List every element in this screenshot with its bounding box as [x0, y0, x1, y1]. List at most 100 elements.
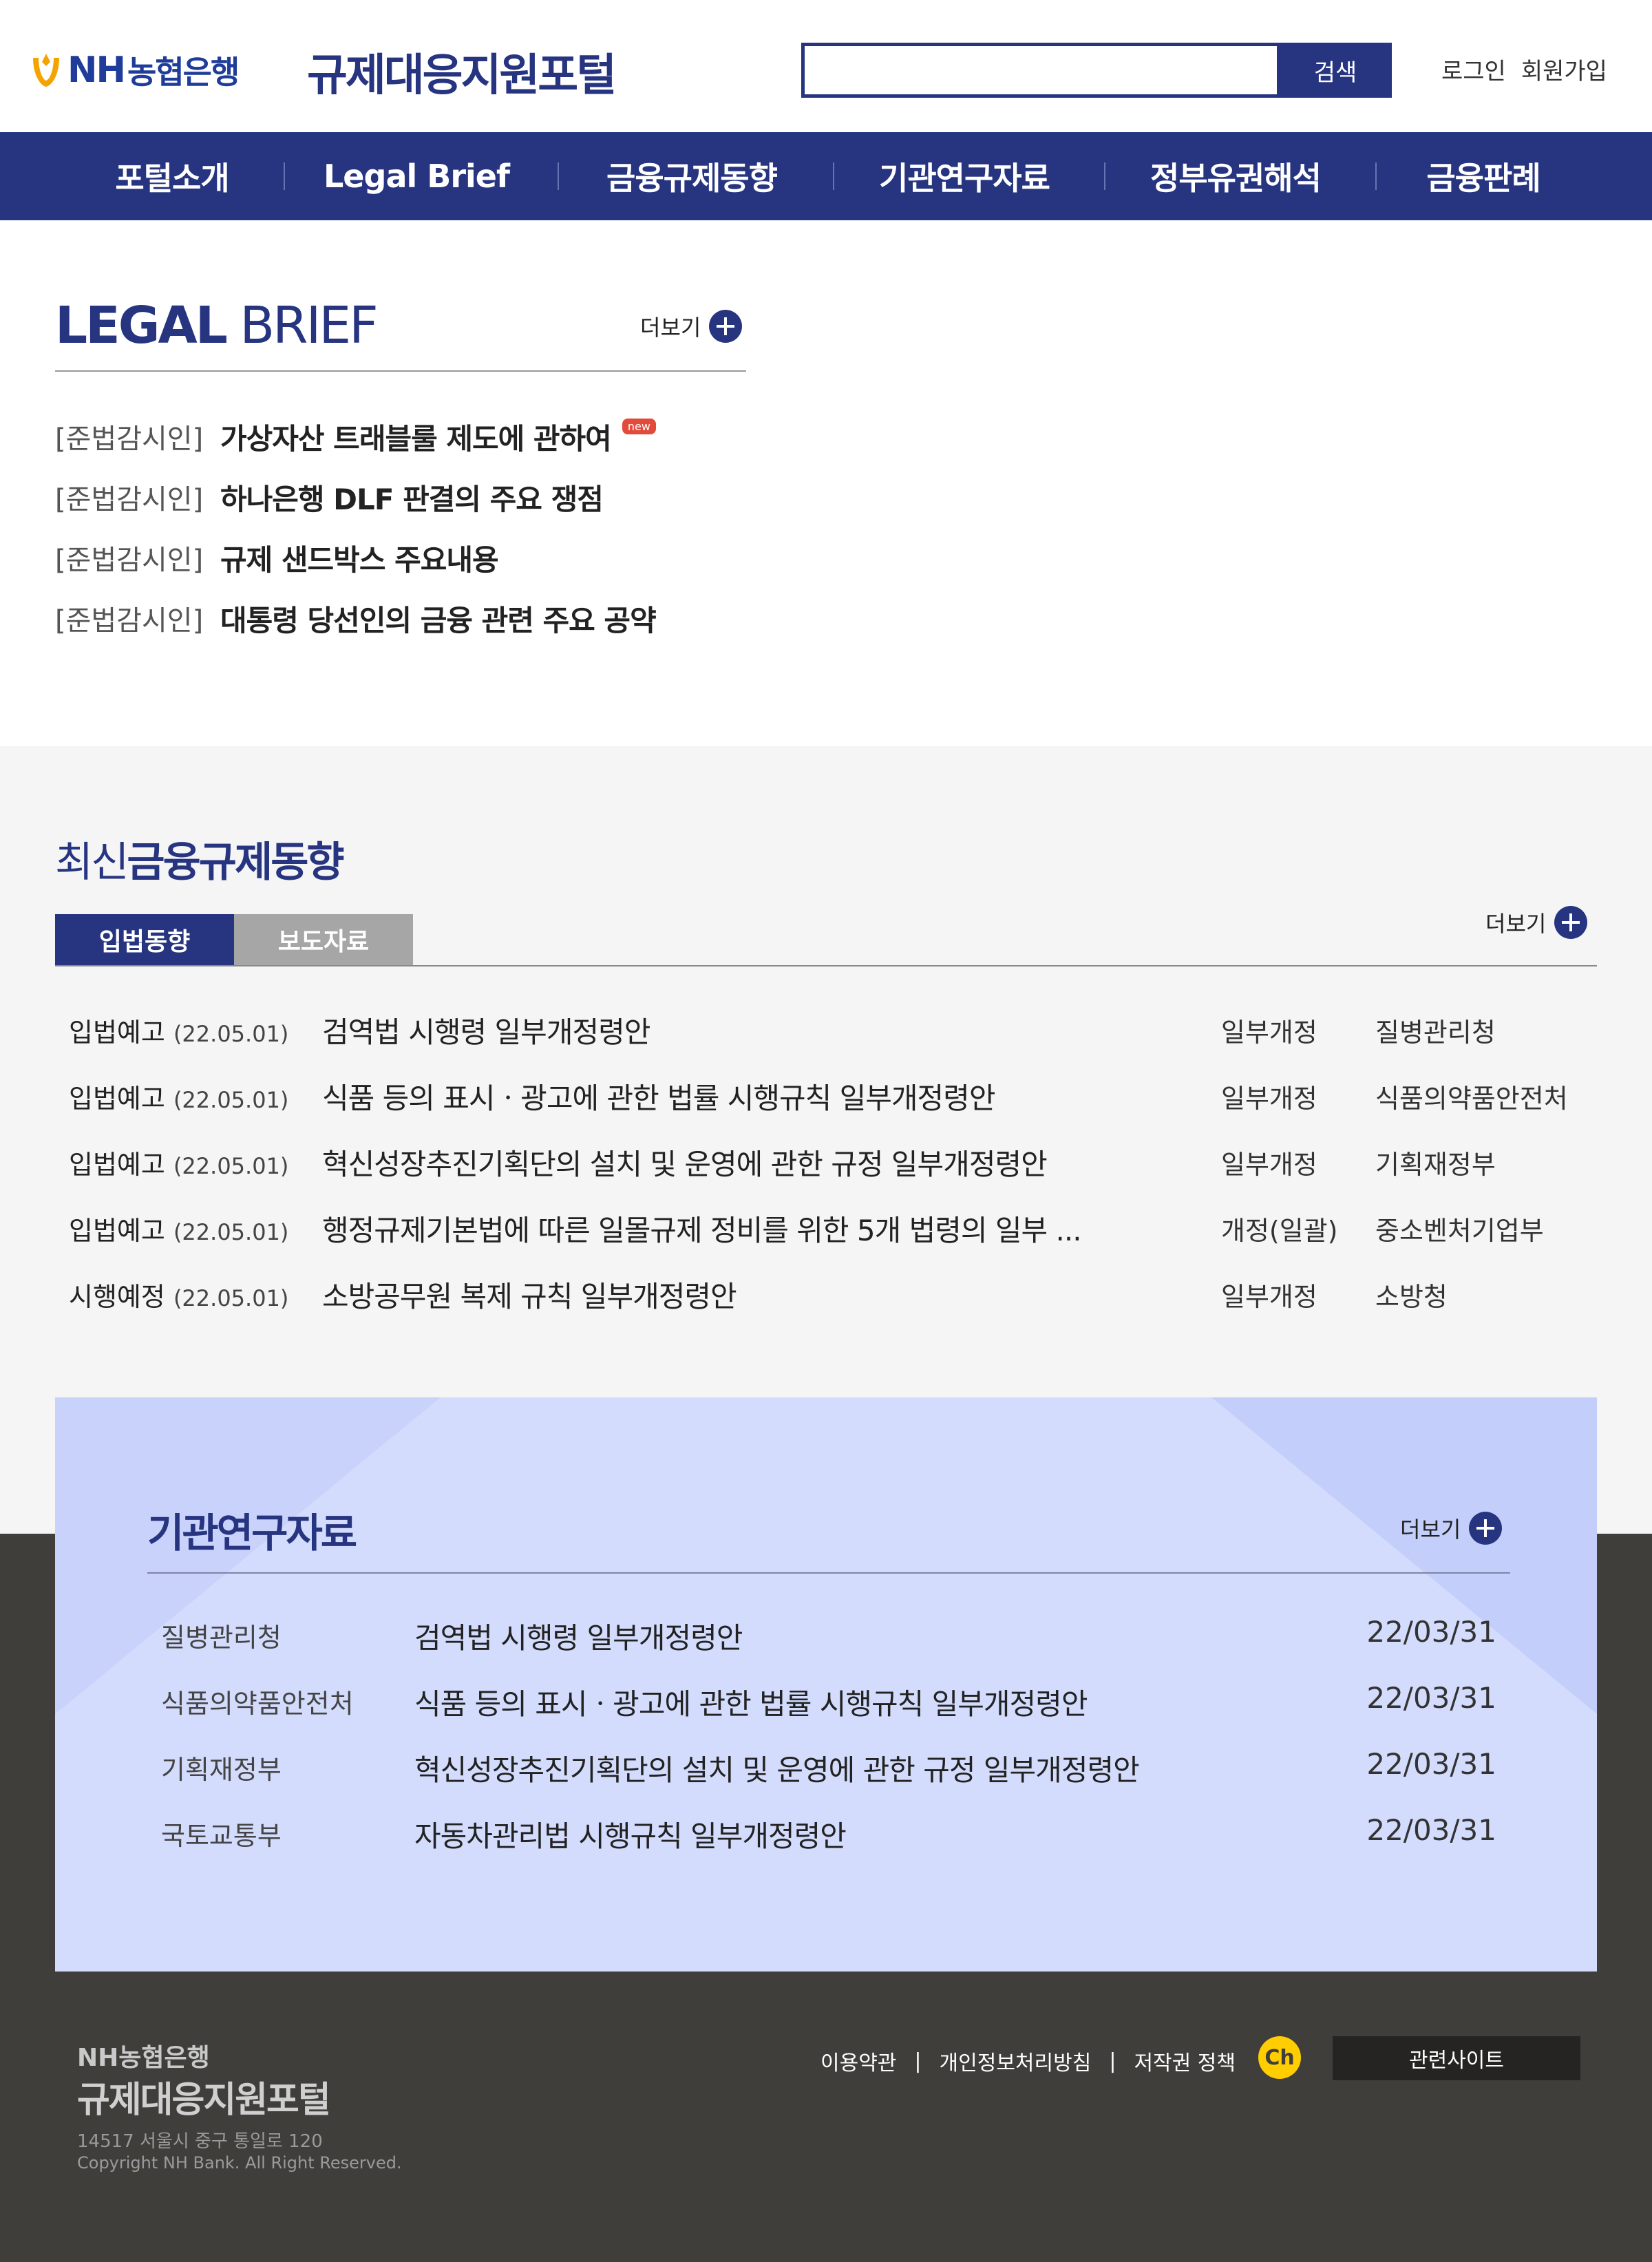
footer-address: 14517 서울시 중구 통일로 120	[77, 2131, 323, 2152]
regulation-more-button[interactable]: 더보기	[1485, 906, 1588, 939]
nav-item-precedents[interactable]: 금융판례	[1404, 132, 1563, 220]
login-link[interactable]: 로그인	[1441, 52, 1506, 86]
item-org: 기획재정부	[161, 1755, 282, 1785]
row-kind: 일부개정	[1221, 1281, 1317, 1312]
row-title[interactable]: 검역법 시행령 일부개정령안	[322, 1009, 650, 1051]
list-item-title[interactable]: 하나은행 DLF 판결의 주요 쟁점	[220, 476, 604, 518]
item-title[interactable]: 식품 등의 표시ㆍ광고에 관한 법률 시행규칙 일부개정령안	[414, 1681, 1088, 1723]
related-sites-select[interactable]: 관련사이트	[1333, 2036, 1580, 2080]
kakao-channel-icon[interactable]: Ch	[1258, 2036, 1301, 2079]
list-item[interactable]: 식품의약품안전처 식품 등의 표시ㆍ광고에 관한 법률 시행규칙 일부개정령안 …	[147, 1666, 1510, 1732]
row-type-label: 입법예고	[69, 1215, 165, 1246]
table-row[interactable]: 입법예고 (22.05.01) 검역법 시행령 일부개정령안 일부개정 질병관리…	[55, 997, 1597, 1063]
research-list: 질병관리청 검역법 시행령 일부개정령안 22/03/31 식품의약품안전처 식…	[147, 1600, 1510, 1864]
nh-bank-logo[interactable]: NH 농협은행	[30, 43, 240, 98]
list-item-title[interactable]: 규제 샌드박스 주요내용	[220, 537, 499, 579]
item-date: 22/03/31	[1366, 1615, 1496, 1649]
divider	[147, 1572, 1510, 1574]
row-date: (22.05.01)	[173, 1086, 289, 1113]
logo-nh-text: NH	[67, 50, 126, 91]
row-title[interactable]: 소방공무원 복제 규칙 일부개정령안	[322, 1273, 737, 1315]
nav-separator	[1375, 162, 1377, 190]
nav-item-legal-brief[interactable]: Legal Brief	[317, 132, 516, 220]
list-item-category: [준법감시인]	[55, 423, 204, 455]
row-org: 질병관리청	[1375, 1017, 1496, 1048]
list-item[interactable]: [준법감시인] 가상자산 트래블룰 제도에 관하여 new	[55, 406, 656, 467]
row-type: 입법예고 (22.05.01)	[69, 1077, 288, 1115]
list-item-category: [준법감시인]	[55, 484, 204, 516]
list-item[interactable]: 기획재정부 혁신성장추진기획단의 설치 및 운영에 관한 규정 일부개정령안 2…	[147, 1732, 1510, 1798]
footer-logo: NH농협은행	[77, 2044, 210, 2072]
top-links: 로그인 회원가입	[1441, 52, 1607, 86]
nh-logo-icon	[33, 54, 59, 87]
regulation-title-light: 최신	[55, 838, 129, 887]
row-title[interactable]: 혁신성장추진기획단의 설치 및 운영에 관한 규정 일부개정령안	[322, 1141, 1048, 1183]
new-badge: new	[622, 418, 656, 434]
table-row[interactable]: 입법예고 (22.05.01) 식품 등의 표시ㆍ광고에 관한 법률 시행규칙 …	[55, 1063, 1597, 1129]
nav-separator	[558, 162, 559, 190]
item-org: 식품의약품안전처	[161, 1689, 354, 1719]
nav-separator	[833, 162, 834, 190]
copyright-policy-link[interactable]: 저작권 정책	[1134, 2046, 1236, 2076]
row-kind: 개정(일괄)	[1221, 1215, 1338, 1246]
list-item[interactable]: 질병관리청 검역법 시행령 일부개정령안 22/03/31	[147, 1600, 1510, 1666]
nav-item-regulation-trends[interactable]: 금융규제동향	[592, 132, 792, 220]
more-label: 더보기	[640, 315, 701, 341]
legal-brief-more-button[interactable]: 더보기	[640, 310, 743, 343]
site-title[interactable]: 규제대응지원포털	[307, 40, 617, 103]
item-title[interactable]: 혁신성장추진기획단의 설치 및 운영에 관한 규정 일부개정령안	[414, 1747, 1140, 1789]
list-item[interactable]: [준법감시인] 규제 샌드박스 주요내용	[55, 527, 656, 588]
list-item-category: [준법감시인]	[55, 605, 204, 637]
row-date: (22.05.01)	[173, 1218, 289, 1245]
table-row[interactable]: 시행예정 (22.05.01) 소방공무원 복제 규칙 일부개정령안 일부개정 …	[55, 1261, 1597, 1327]
divider	[55, 370, 746, 372]
terms-link[interactable]: 이용약관	[820, 2046, 896, 2076]
row-org: 기획재정부	[1375, 1149, 1496, 1180]
list-item[interactable]: [준법감시인] 대통령 당선인의 금융 관련 주요 공약	[55, 588, 657, 648]
list-item[interactable]: 국토교통부 자동차관리법 시행규칙 일부개정령안 22/03/31	[147, 1798, 1510, 1864]
row-type-label: 시행예정	[69, 1281, 165, 1312]
row-type-label: 입법예고	[69, 1083, 165, 1114]
row-org: 식품의약품안전처	[1375, 1083, 1568, 1114]
search-input[interactable]	[801, 43, 1280, 98]
footer-link-separator: |	[1109, 2049, 1116, 2073]
row-org: 중소벤처기업부	[1375, 1215, 1544, 1246]
row-date: (22.05.01)	[173, 1152, 289, 1179]
tab-press-release[interactable]: 보도자료	[234, 914, 413, 965]
footer-links: 이용약관 | 개인정보처리방침 | 저작권 정책	[820, 2046, 1236, 2076]
privacy-policy-link[interactable]: 개인정보처리방침	[940, 2046, 1092, 2076]
nav-item-portal-intro[interactable]: 포털소개	[96, 132, 248, 220]
legal-brief-title-light: BRIEF	[240, 296, 378, 355]
legal-brief-title-bold: LEGAL	[55, 296, 228, 355]
plus-icon	[709, 310, 743, 343]
list-item-title[interactable]: 대통령 당선인의 금융 관련 주요 공약	[220, 598, 657, 640]
nav-separator	[1104, 162, 1105, 190]
row-type-label: 입법예고	[69, 1017, 165, 1048]
row-kind: 일부개정	[1221, 1017, 1317, 1048]
regulation-title: 최신금융규제동향	[55, 829, 345, 889]
item-date: 22/03/31	[1366, 1681, 1496, 1715]
research-title: 기관연구자료	[147, 1510, 357, 1556]
tab-legislation[interactable]: 입법동향	[55, 914, 234, 965]
list-item[interactable]: [준법감시인] 하나은행 DLF 판결의 주요 쟁점	[55, 467, 656, 527]
row-date: (22.05.01)	[173, 1020, 289, 1047]
legal-brief-title: LEGAL BRIEF	[55, 296, 379, 355]
list-item-category: [준법감시인]	[55, 545, 204, 576]
item-title[interactable]: 검역법 시행령 일부개정령안	[414, 1615, 743, 1657]
footer-copyright: Copyright NH Bank. All Right Reserved.	[77, 2153, 402, 2173]
table-row[interactable]: 입법예고 (22.05.01) 행정규제기본법에 따른 일몰규제 정비를 위한 …	[55, 1195, 1597, 1261]
more-label: 더보기	[1400, 1516, 1461, 1543]
nav-item-research[interactable]: 기관연구자료	[865, 132, 1064, 220]
plus-icon	[1469, 1512, 1503, 1545]
signup-link[interactable]: 회원가입	[1521, 52, 1607, 86]
nav-item-gov-interpretation[interactable]: 정부유권해석	[1136, 132, 1335, 220]
research-more-button[interactable]: 더보기	[1400, 1512, 1503, 1545]
item-title[interactable]: 자동차관리법 시행규칙 일부개정령안	[414, 1813, 847, 1855]
row-title[interactable]: 식품 등의 표시ㆍ광고에 관한 법률 시행규칙 일부개정령안	[322, 1075, 995, 1117]
row-title[interactable]: 행정규제기본법에 따른 일몰규제 정비를 위한 5개 법령의 일부 ...	[322, 1207, 1082, 1249]
list-item-title[interactable]: 가상자산 트래블룰 제도에 관하여	[220, 416, 612, 458]
row-date: (22.05.01)	[173, 1285, 289, 1311]
table-row[interactable]: 입법예고 (22.05.01) 혁신성장추진기획단의 설치 및 운영에 관한 규…	[55, 1129, 1597, 1195]
item-org: 국토교통부	[161, 1821, 282, 1851]
search-button[interactable]: 검색	[1279, 43, 1392, 98]
